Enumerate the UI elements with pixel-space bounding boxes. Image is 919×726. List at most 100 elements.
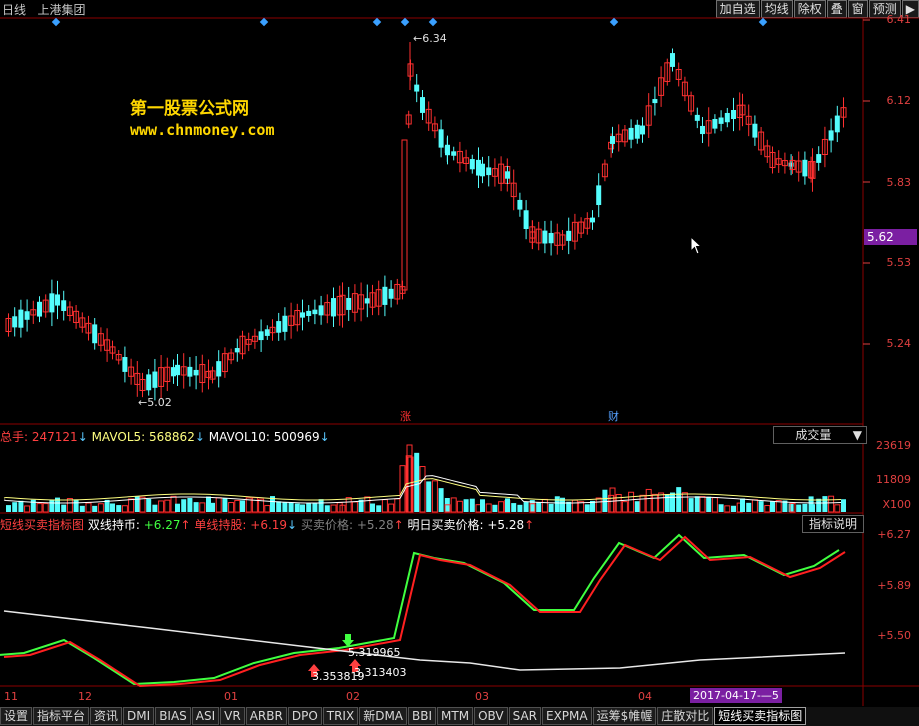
volume-bar: [681, 492, 688, 513]
price-candle: [718, 117, 724, 124]
price-candle: [590, 217, 595, 223]
volume-axis-label: 23619: [876, 439, 911, 452]
price-candle: [670, 53, 675, 67]
indicator-tab[interactable]: MTM: [437, 707, 474, 725]
mavol10-value: 500969: [273, 430, 320, 444]
volume-bar: [554, 496, 560, 512]
price-candle: [346, 297, 352, 310]
dan-label: 单线持股:: [194, 518, 247, 532]
volume-bar: [324, 505, 330, 512]
indicator-tab[interactable]: 短线买卖指标图: [714, 707, 807, 725]
high-price-label: ←6.34: [413, 32, 447, 45]
indicator-tab[interactable]: 庄散对比: [657, 707, 714, 725]
price-candle: [816, 154, 822, 163]
volume-bar: [85, 502, 92, 513]
shuang-label: 双线持币:: [87, 518, 140, 532]
down-arrow-icon: ↓: [77, 430, 88, 444]
indicator-tab[interactable]: SAR: [508, 707, 541, 725]
indicator-tab[interactable]: DPO: [287, 707, 322, 725]
volume-bar: [639, 494, 646, 513]
dropdown-label: 成交量: [795, 428, 832, 442]
event-marker-icon: [609, 17, 619, 27]
volume-bar: [651, 493, 658, 513]
indicator-tab[interactable]: ASI: [191, 707, 220, 725]
indicator-tab[interactable]: 设置: [0, 707, 33, 725]
volume-bar: [463, 499, 469, 512]
volume-bar: [276, 501, 282, 512]
volume-bar: [49, 499, 55, 512]
price-candle: [61, 300, 67, 311]
indicator-tab[interactable]: EXPMA: [542, 707, 592, 725]
price-candle: [469, 159, 475, 170]
volume-bar: [670, 492, 675, 512]
indicator-tab[interactable]: OBV: [474, 707, 508, 725]
volume-indicator-dropdown[interactable]: 成交量 ▼: [773, 426, 867, 444]
indicator-tab[interactable]: BBI: [408, 707, 437, 725]
price-candle: [258, 331, 264, 341]
price-candle: [37, 301, 42, 317]
volume-bar: [215, 497, 222, 513]
volume-bar: [751, 499, 758, 513]
price-candle: [548, 232, 554, 244]
indicator-tab-bar: 设置 指标平台 资讯 DMI BIAS ASI VR ARBR DPO TRIX 新DMA BBI MT…: [0, 707, 919, 726]
indicator-tab[interactable]: 指标平台: [33, 707, 90, 725]
indicator-tab[interactable]: 资讯: [90, 707, 123, 725]
indicator-tab[interactable]: 运筹$帷幄: [592, 707, 657, 725]
indicator-axis-label: +5.89: [877, 579, 911, 592]
x-axis-label: 12: [78, 690, 92, 703]
indicator-tab[interactable]: DMI: [123, 707, 155, 725]
price-candle: [276, 321, 282, 333]
price-candle: [610, 136, 615, 144]
financial-marker[interactable]: 财: [608, 408, 619, 424]
volume-bar: [181, 499, 187, 512]
volume-bar: [345, 497, 352, 513]
price-axis-label: 6.41: [886, 13, 912, 26]
volume-bar: [128, 498, 135, 513]
volume-bar: [810, 504, 815, 512]
volume-bar: [312, 502, 318, 512]
volume-bar: [595, 497, 602, 513]
volume-bar: [394, 498, 401, 513]
volume-bar: [628, 491, 635, 513]
price-candle: [216, 361, 222, 377]
price-candle: [505, 171, 510, 179]
indicator-tab[interactable]: BIAS: [155, 707, 191, 725]
indicator-tab[interactable]: ARBR: [245, 707, 287, 725]
volume-bar: [399, 465, 406, 513]
price-candle: [92, 324, 98, 344]
volume-bar: [175, 503, 180, 512]
total-volume-value: 247121: [31, 430, 78, 444]
price-candle: [146, 374, 152, 391]
price-candle: [694, 114, 700, 121]
volume-bar: [222, 498, 228, 512]
volume-bar: [318, 499, 324, 512]
price-candle: [420, 97, 425, 113]
volume-bar: [210, 502, 215, 512]
price-candle: [731, 110, 736, 119]
indicator-tab[interactable]: 新DMA: [359, 707, 408, 725]
volume-bar: [193, 502, 199, 512]
volume-bar: [676, 487, 682, 512]
volume-bar: [788, 503, 794, 512]
volume-axis-label: 11809: [876, 473, 911, 486]
price-candle: [364, 298, 370, 304]
indicator-annotation: 5.319965: [348, 646, 401, 659]
mavol10-label: MAVOL10:: [208, 430, 270, 444]
indicator-help-button[interactable]: 指标说明: [802, 515, 864, 533]
mouse-cursor-icon: [690, 236, 703, 255]
volume-bar: [199, 502, 206, 513]
volume-bar: [370, 503, 375, 512]
volume-bar: [61, 504, 67, 512]
limit-up-marker[interactable]: 涨: [400, 408, 411, 424]
price-candle: [175, 364, 180, 376]
price-candle: [628, 127, 634, 140]
price-candle: [480, 163, 485, 177]
indicator-tab[interactable]: TRIX: [322, 707, 359, 725]
indicator-tab[interactable]: VR: [220, 707, 245, 725]
volume-bar: [731, 505, 736, 512]
volume-bar: [664, 494, 670, 512]
indicator-annotation: 3.313403: [354, 666, 407, 679]
low-price-label: ←5.02: [138, 396, 172, 409]
volume-header: 总手: 247121↓ MAVOL5: 568862↓ MAVOL10: 500…: [0, 428, 330, 445]
volume-bar: [694, 496, 700, 512]
